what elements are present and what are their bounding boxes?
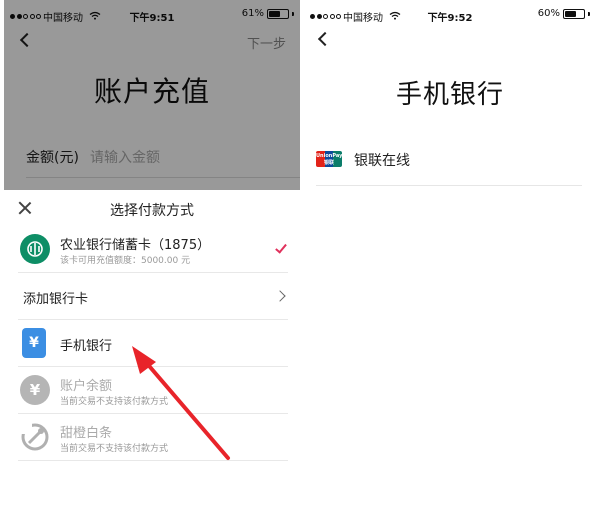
- option-label: 银联在线: [354, 153, 410, 169]
- page-title: 手机银行: [395, 80, 504, 110]
- sheet-title: 选择付款方式: [110, 203, 194, 219]
- unionpay-option[interactable]: UnionPay 银联 银联在线: [316, 138, 582, 186]
- option-name: 甜橙白条: [60, 426, 113, 441]
- left-screen: 中国移动 下午9:51 61% 下一步 账户充值 金额(元) 请输入金额 选择付…: [4, 0, 300, 530]
- back-icon[interactable]: [317, 31, 333, 47]
- chevron-right-icon: [274, 290, 286, 302]
- payment-option-balance: ¥ 账户余额 当前交易不支持该付款方式: [18, 367, 288, 414]
- unionpay-logo-icon: UnionPay 银联: [316, 151, 342, 167]
- option-sub: 当前交易不支持该付款方式: [60, 444, 169, 454]
- balance-icon: ¥: [20, 375, 50, 405]
- sheet-header: 选择付款方式: [4, 190, 300, 226]
- mobile-bank-icon: ¥: [22, 328, 46, 358]
- option-sub: 当前交易不支持该付款方式: [60, 397, 169, 407]
- option-sub: 该卡可用充值额度：5000.00 元: [60, 256, 191, 266]
- agricultural-bank-icon: [20, 234, 50, 264]
- payment-method-sheet: 选择付款方式 农业银行储蓄卡（1875） 该卡可用充值额度：5000.00 元 …: [4, 190, 300, 530]
- add-card-label: 添加银行卡: [23, 292, 89, 307]
- battery-icon: [563, 8, 585, 19]
- battery: 60%: [538, 8, 590, 19]
- option-name: 手机银行: [60, 339, 113, 354]
- payment-option-mobile-bank[interactable]: ¥ 手机银行: [18, 320, 288, 367]
- option-name: 账户余额: [60, 379, 113, 394]
- right-screen: 中国移动 下午9:52 60% 手机银行 UnionPay 银联 银联在线: [304, 0, 596, 530]
- payment-option-baitiao: 甜橙白条 当前交易不支持该付款方式: [18, 414, 288, 461]
- battery-percent: 60%: [537, 8, 560, 19]
- option-name: 农业银行储蓄卡（1875）: [60, 238, 211, 253]
- status-bar: 中国移动 下午9:52 60%: [304, 0, 596, 26]
- payment-option-abc-card[interactable]: 农业银行储蓄卡（1875） 该卡可用充值额度：5000.00 元: [18, 226, 288, 273]
- checkmark-icon: [275, 241, 287, 254]
- add-bank-card-row[interactable]: 添加银行卡: [18, 273, 288, 320]
- dim-overlay[interactable]: [4, 0, 300, 190]
- baitiao-icon: [20, 422, 50, 452]
